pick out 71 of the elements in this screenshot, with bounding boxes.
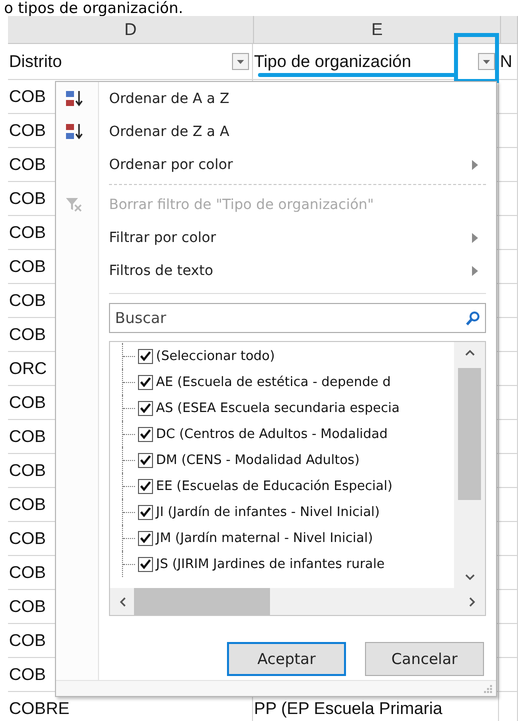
submenu-arrow-icon — [472, 233, 478, 243]
dropdown-button[interactable] — [232, 53, 249, 70]
table-cell: COB — [9, 528, 46, 548]
table-cell: PP (EP Escuela Primaria — [254, 698, 442, 718]
checkbox-label: AS (ESEA Escuela secundaria especia — [156, 400, 400, 416]
table-cell: COB — [9, 290, 46, 310]
table-cell: COB — [9, 392, 46, 412]
column-header[interactable]: E — [254, 16, 501, 43]
table-cell: COB — [9, 630, 46, 650]
horizontal-scrollbar[interactable] — [110, 588, 485, 615]
checkbox[interactable] — [138, 400, 153, 416]
cancel-button[interactable]: Cancelar — [365, 642, 484, 676]
table-cell: COB — [9, 86, 46, 106]
table-cell: COB — [9, 664, 46, 684]
table-cell: COB — [9, 188, 46, 208]
checkbox[interactable] — [138, 374, 153, 390]
caption-text: o tipos de organización. — [3, 0, 184, 16]
sort-descending-icon — [65, 123, 83, 140]
checkbox-label: EE (Escuelas de Educación Especial) — [156, 478, 392, 494]
scroll-thumb[interactable] — [458, 368, 481, 500]
header-cell: N — [500, 52, 512, 72]
checkbox[interactable] — [138, 452, 153, 468]
table-cell: COB — [9, 460, 46, 480]
column-header[interactable]: D — [8, 16, 254, 43]
checkbox[interactable] — [138, 348, 153, 364]
checkbox-label: DM (CENS - Modalidad Adultos) — [156, 452, 360, 468]
scroll-down-icon[interactable] — [464, 574, 474, 580]
table-cell: COB — [9, 154, 46, 174]
table-cell: COB — [9, 596, 46, 616]
scroll-up-icon[interactable] — [464, 350, 474, 356]
scroll-left-icon[interactable] — [120, 596, 126, 606]
checkbox-label: AE (Escuela de estética - depende d — [156, 374, 391, 390]
checkbox-label: JS (JIRIM Jardines de infantes rurale — [156, 556, 385, 572]
checkbox-label: JM (Jardín maternal - Nivel Inicial) — [156, 530, 373, 546]
header-cell: Tipo de organización — [254, 52, 412, 72]
table-cell: COB — [9, 426, 46, 446]
search-field[interactable]: Buscar — [109, 303, 486, 333]
resize-grip-icon[interactable] — [484, 685, 492, 693]
table-cell: COB — [9, 222, 46, 242]
menu-item: Borrar filtro de "Tipo de organización" — [109, 188, 486, 221]
table-cell: COB — [9, 562, 46, 582]
menu-item[interactable]: Filtros de texto — [109, 254, 486, 287]
sort-ascending-icon — [65, 90, 83, 107]
checkbox-label: DC (Centros de Adultos - Modalidad — [156, 426, 388, 442]
checkbox[interactable] — [138, 504, 153, 520]
checkbox[interactable] — [138, 556, 153, 572]
table-cell: ORC — [9, 358, 47, 378]
menu-item[interactable]: Ordenar por color — [109, 148, 486, 181]
checkbox-label: (Seleccionar todo) — [156, 348, 275, 364]
search-icon[interactable] — [466, 311, 480, 326]
header-cell: Distrito — [9, 52, 62, 72]
table-cell: COBRE — [9, 698, 70, 718]
ok-button[interactable]: Aceptar — [227, 642, 346, 676]
filter-clear-icon — [65, 196, 83, 213]
submenu-arrow-icon — [472, 160, 478, 170]
dropdown-button[interactable] — [478, 53, 495, 70]
table-cell: COB — [9, 494, 46, 514]
table-cell: COB — [9, 120, 46, 140]
menu-item[interactable]: Ordenar de Z a A — [109, 115, 486, 148]
table-cell: COB — [9, 324, 46, 344]
menu-item[interactable]: Filtrar por color — [109, 221, 486, 254]
checkbox[interactable] — [138, 478, 153, 494]
table-cell: COB — [9, 256, 46, 276]
vertical-scrollbar[interactable] — [454, 342, 485, 588]
scroll-right-icon[interactable] — [469, 596, 475, 606]
scroll-thumb[interactable] — [134, 588, 270, 615]
menu-item[interactable]: Ordenar de A a Z — [109, 82, 486, 115]
checkbox[interactable] — [138, 426, 153, 442]
checkbox[interactable] — [138, 530, 153, 546]
checkbox-label: JI (Jardín de infantes - Nivel Inicial) — [156, 504, 380, 520]
submenu-arrow-icon — [472, 266, 478, 276]
